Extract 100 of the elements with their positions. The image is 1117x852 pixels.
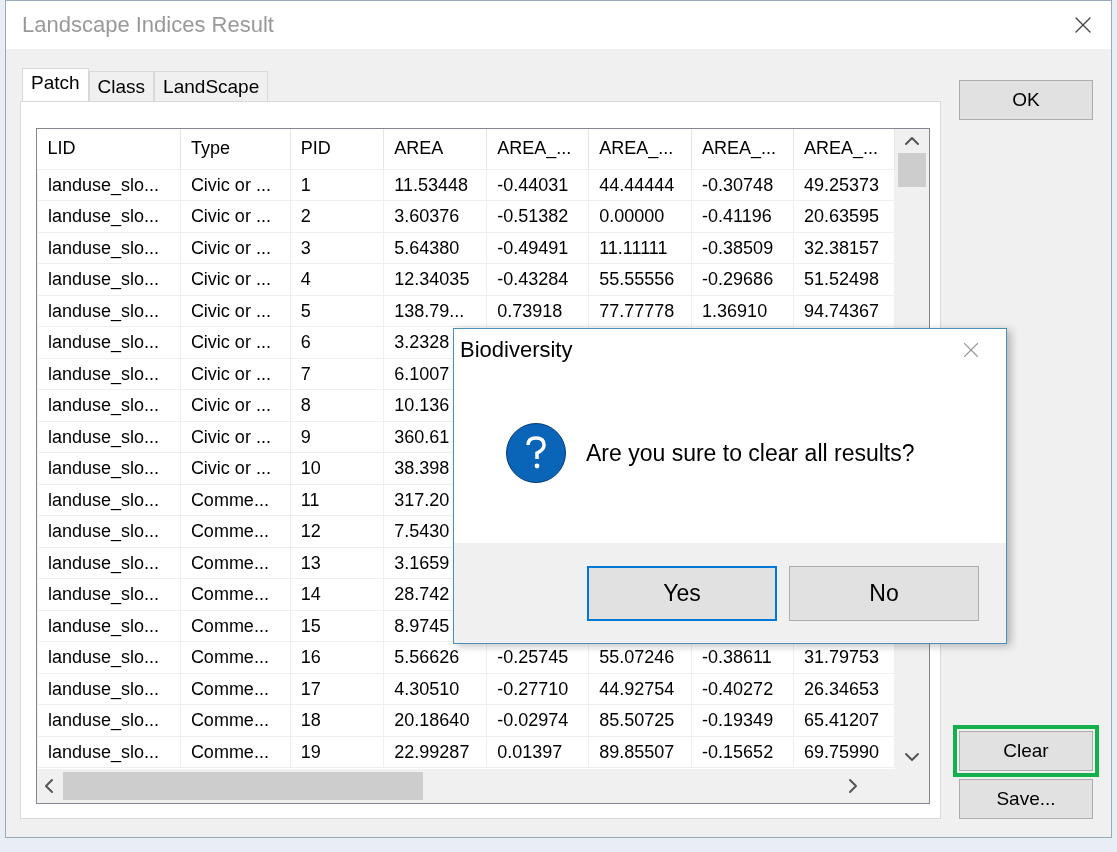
table-cell: Comme...: [180, 704, 291, 736]
table-cell: 13: [290, 547, 384, 579]
table-cell: 5: [290, 295, 384, 327]
table-cell: Civic or ...: [180, 295, 291, 327]
table-cell: 0.01397: [486, 736, 589, 768]
tab[interactable]: Class: [88, 71, 155, 101]
table-cell: landuse_slo...: [37, 484, 181, 516]
column-header[interactable]: AREA_...: [691, 129, 794, 169]
action-button[interactable]: OK: [959, 80, 1093, 120]
table-cell: landuse_slo...: [37, 200, 181, 232]
table-cell: 11.11111: [588, 232, 692, 264]
dialog-button[interactable]: Yes: [587, 565, 777, 621]
table-cell: landuse_slo...: [37, 578, 181, 610]
table-cell: landuse_slo...: [37, 358, 181, 390]
table-cell: 49.25373: [793, 169, 895, 201]
dialog-button[interactable]: No: [789, 565, 979, 621]
column-header[interactable]: LID: [37, 129, 181, 169]
table-cell: 4: [290, 263, 384, 295]
table-cell: landuse_slo...: [37, 295, 181, 327]
table-cell: 138.79...: [383, 295, 487, 327]
tab[interactable]: LandScape: [154, 71, 269, 101]
table-cell: Civic or ...: [180, 263, 291, 295]
table-cell: 11.53448: [383, 169, 487, 201]
tab[interactable]: Patch: [22, 68, 89, 102]
scroll-thumb[interactable]: [898, 153, 926, 187]
table-cell: 4.30510: [383, 673, 487, 705]
table-cell: 12.34035: [383, 263, 487, 295]
table-cell: -0.30748: [691, 169, 794, 201]
table-cell: 85.50725: [588, 704, 692, 736]
table-cell: -0.49491: [486, 232, 589, 264]
table-cell: Comme...: [180, 610, 291, 642]
table-cell: landuse_slo...: [37, 547, 181, 579]
table-cell: -0.40272: [691, 673, 794, 705]
table-cell: 32.38157: [793, 232, 895, 264]
table-cell: 94.74367: [793, 295, 895, 327]
table-cell: -0.02974: [486, 704, 589, 736]
horizontal-scrollbar[interactable]: [37, 769, 895, 803]
table-cell: 55.55556: [588, 263, 692, 295]
table-cell: 20.63595: [793, 200, 895, 232]
table-cell: 69.75990: [793, 736, 895, 768]
table-cell: 77.77778: [588, 295, 692, 327]
table-cell: Comme...: [180, 484, 291, 516]
table-cell: 9: [290, 421, 384, 453]
table-cell: landuse_slo...: [37, 610, 181, 642]
table-cell: 89.85507: [588, 736, 692, 768]
table-cell: landuse_slo...: [37, 263, 181, 295]
table-cell: 5.64380: [383, 232, 487, 264]
table-cell: 7: [290, 358, 384, 390]
table-cell: 10: [290, 452, 384, 484]
table-cell: -0.44031: [486, 169, 589, 201]
table-cell: -0.41196: [691, 200, 794, 232]
table-cell: 17: [290, 673, 384, 705]
column-header[interactable]: AREA_...: [588, 129, 692, 169]
table-cell: -0.19349: [691, 704, 794, 736]
action-button[interactable]: Save...: [959, 779, 1093, 819]
column-header[interactable]: Type: [180, 129, 291, 169]
table-cell: landuse_slo...: [37, 452, 181, 484]
table-cell: Civic or ...: [180, 389, 291, 421]
table-cell: 0.00000: [588, 200, 692, 232]
table-cell: -0.29686: [691, 263, 794, 295]
table-cell: Civic or ...: [180, 232, 291, 264]
table-cell: 1.36910: [691, 295, 794, 327]
table-cell: -0.38509: [691, 232, 794, 264]
scroll-thumb[interactable]: [63, 772, 423, 800]
table-cell: Civic or ...: [180, 452, 291, 484]
table-cell: Comme...: [180, 736, 291, 768]
question-icon: [506, 423, 566, 483]
table-cell: landuse_slo...: [37, 673, 181, 705]
table-cell: Civic or ...: [180, 169, 291, 201]
table-cell: 16: [290, 641, 384, 673]
table-cell: Comme...: [180, 673, 291, 705]
table-cell: 44.44444: [588, 169, 692, 201]
table-cell: Civic or ...: [180, 358, 291, 390]
table-cell: 51.52498: [793, 263, 895, 295]
table-cell: Comme...: [180, 515, 291, 547]
column-header[interactable]: AREA_...: [486, 129, 589, 169]
table-cell: 18: [290, 704, 384, 736]
table-cell: 6: [290, 326, 384, 358]
table-cell: 2: [290, 200, 384, 232]
table-cell: -0.15652: [691, 736, 794, 768]
table-cell: 3: [290, 232, 384, 264]
table-cell: landuse_slo...: [37, 736, 181, 768]
table-cell: landuse_slo...: [37, 421, 181, 453]
table-cell: 65.41207: [793, 704, 895, 736]
table-cell: Comme...: [180, 547, 291, 579]
table-cell: 44.92754: [588, 673, 692, 705]
table-cell: Civic or ...: [180, 326, 291, 358]
table-cell: -0.51382: [486, 200, 589, 232]
dialog-message: Are you sure to clear all results?: [586, 439, 915, 467]
table-cell: 3.60376: [383, 200, 487, 232]
column-header[interactable]: AREA_...: [793, 129, 895, 169]
table-cell: 0.73918: [486, 295, 589, 327]
table-cell: -0.27710: [486, 673, 589, 705]
table-cell: 8: [290, 389, 384, 421]
table-cell: 11: [290, 484, 384, 516]
window-title: Landscape Indices Result: [22, 12, 274, 38]
table-cell: 26.34653: [793, 673, 895, 705]
column-header[interactable]: PID: [290, 129, 384, 169]
column-header[interactable]: AREA: [383, 129, 487, 169]
table-cell: Civic or ...: [180, 200, 291, 232]
